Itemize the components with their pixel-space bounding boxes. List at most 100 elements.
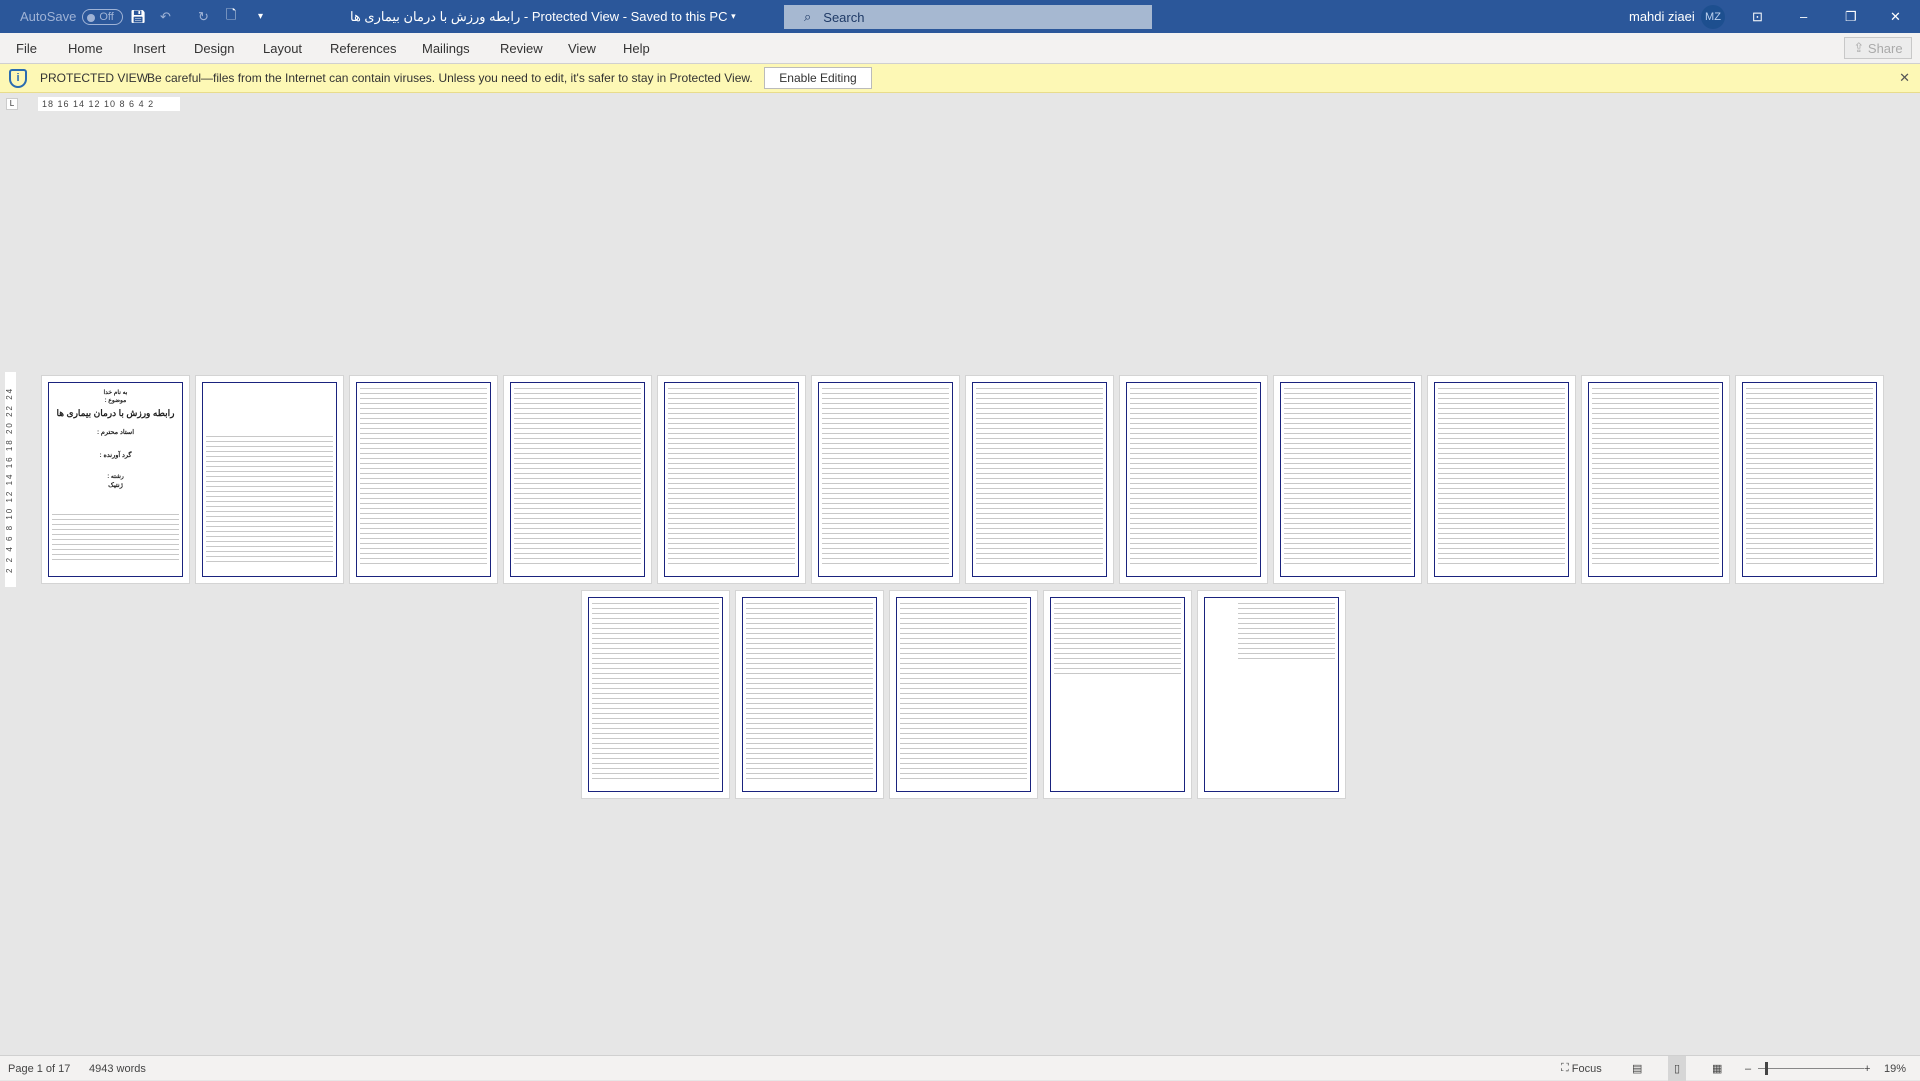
cover-line2: موضوع : <box>104 397 127 404</box>
close-icon[interactable]: ✕ <box>1899 70 1910 86</box>
document-page[interactable] <box>1044 591 1191 798</box>
web-layout-icon[interactable]: ▦ <box>1712 1056 1722 1081</box>
search-input[interactable]: ⌕ Search <box>784 5 1152 29</box>
document-page[interactable] <box>658 376 805 583</box>
tab-review[interactable]: Review <box>500 33 543 64</box>
document-page[interactable] <box>736 591 883 798</box>
ribbon-display-options-icon[interactable]: ⊡ <box>1752 0 1763 33</box>
tab-view[interactable]: View <box>568 33 596 64</box>
undo-icon[interactable]: ↶ <box>160 0 171 33</box>
autosave-toggle[interactable]: AutoSave Off <box>20 0 123 33</box>
document-title: رابطه ورزش با درمان بیماری ها <box>350 8 521 24</box>
minimize-icon[interactable]: – <box>1800 0 1807 33</box>
text-lines <box>1438 388 1565 565</box>
cover-title: رابطه ورزش با درمان بیماری ها <box>56 407 175 418</box>
status-bar: Page 1 of 17 4943 words ⛶ Focus ▤ ▯ ▦ – … <box>0 1055 1920 1081</box>
tab-layout[interactable]: Layout <box>263 33 302 64</box>
window-title: رابطه ورزش با درمان بیماری ها - Protecte… <box>350 8 736 25</box>
share-label: Share <box>1867 40 1903 56</box>
text-lines <box>206 436 333 565</box>
protected-view-bar: i PROTECTED VIEW Be careful—files from t… <box>0 64 1920 93</box>
zoom-out-button[interactable]: – <box>1745 1056 1751 1081</box>
document-page[interactable] <box>1274 376 1421 583</box>
customize-toolbar-icon[interactable]: ▾ <box>258 0 263 33</box>
text-lines <box>360 388 487 565</box>
new-document-icon[interactable]: 🗋 <box>226 0 236 33</box>
zoom-level[interactable]: 19% <box>1884 1056 1906 1081</box>
save-state: Saved to this PC <box>630 9 728 24</box>
document-page[interactable] <box>350 376 497 583</box>
search-placeholder: Search <box>823 9 865 25</box>
tab-mailings[interactable]: Mailings <box>422 33 470 64</box>
text-lines <box>1238 603 1335 663</box>
text-lines <box>1054 603 1181 678</box>
avatar[interactable]: MZ <box>1701 5 1725 29</box>
chevron-down-icon[interactable]: ▾ <box>731 11 736 22</box>
document-page[interactable] <box>582 591 729 798</box>
cover-field-label: رشته : <box>107 474 124 481</box>
document-page[interactable] <box>504 376 651 583</box>
tab-help[interactable]: Help <box>623 33 650 64</box>
read-mode-icon[interactable]: ▤ <box>1632 1056 1642 1081</box>
text-lines <box>668 388 795 565</box>
zoom-slider[interactable] <box>1758 1068 1864 1069</box>
text-lines <box>900 603 1027 780</box>
protected-view-message: Be careful—files from the Internet can c… <box>147 71 753 85</box>
share-icon: ⇪ <box>1853 40 1868 55</box>
focus-label: Focus <box>1571 1062 1602 1075</box>
cover-line1: به نام خدا <box>103 390 128 396</box>
cover-teacher: استاد محترم : <box>96 429 135 437</box>
document-page[interactable] <box>890 591 1037 798</box>
user-name[interactable]: mahdi ziaei <box>1629 0 1695 33</box>
cover-text: به نام خدا موضوع : رابطه ورزش با درمان بیم… <box>50 390 181 504</box>
tab-design[interactable]: Design <box>194 33 234 64</box>
redo-icon[interactable]: ↻ <box>198 0 209 33</box>
print-layout-icon[interactable]: ▯ <box>1668 1056 1687 1081</box>
tab-file[interactable]: File <box>16 33 37 64</box>
word-count[interactable]: 4943 words <box>89 1056 146 1081</box>
zoom-slider-thumb[interactable] <box>1765 1062 1768 1075</box>
cover-field-value: ژنتیک <box>108 481 123 489</box>
restore-icon[interactable]: ❐ <box>1845 0 1857 33</box>
text-lines <box>592 603 719 780</box>
document-page[interactable] <box>1582 376 1729 583</box>
close-icon[interactable]: ✕ <box>1890 0 1901 33</box>
vertical-ruler[interactable]: 2 2 4 6 8 10 12 14 16 18 20 22 24 <box>5 372 16 587</box>
document-page[interactable] <box>1736 376 1883 583</box>
text-lines <box>1592 388 1719 565</box>
share-button[interactable]: ⇪ Share <box>1844 37 1912 59</box>
autosave-state: Off <box>82 8 123 25</box>
document-page[interactable] <box>1428 376 1575 583</box>
enable-editing-button[interactable]: Enable Editing <box>764 67 872 89</box>
view-state: Protected View <box>531 9 620 24</box>
shield-info-icon: i <box>9 69 27 88</box>
text-lines <box>1284 388 1411 565</box>
text-lines <box>514 388 641 565</box>
document-page[interactable] <box>1120 376 1267 583</box>
document-page[interactable] <box>1198 591 1345 798</box>
text-lines <box>1130 388 1257 565</box>
cover-author: گرد آورنده : <box>99 451 132 459</box>
page-info[interactable]: Page 1 of 17 <box>8 1056 70 1081</box>
document-page[interactable] <box>966 376 1113 583</box>
focus-button[interactable]: ⛶ Focus <box>1561 1056 1602 1081</box>
text-lines <box>976 388 1103 565</box>
document-page[interactable] <box>812 376 959 583</box>
save-icon[interactable]: 💾︎ <box>130 0 147 33</box>
document-page[interactable]: به نام خدا موضوع : رابطه ورزش با درمان بیم… <box>42 376 189 583</box>
text-lines <box>1746 388 1873 565</box>
zoom-in-button[interactable]: + <box>1864 1056 1870 1081</box>
horizontal-ruler[interactable]: 18 16 14 12 10 8 6 4 2 <box>38 97 180 111</box>
tab-home[interactable]: Home <box>68 33 103 64</box>
tab-selector[interactable]: L <box>6 98 18 110</box>
tab-insert[interactable]: Insert <box>133 33 166 64</box>
text-lines <box>746 603 873 780</box>
text-lines <box>52 514 179 562</box>
tab-references[interactable]: References <box>330 33 396 64</box>
autosave-label: AutoSave <box>20 9 77 24</box>
ribbon-tabs: File Home Insert Design Layout Reference… <box>0 33 1920 64</box>
protected-view-title: PROTECTED VIEW <box>40 71 149 85</box>
text-lines <box>822 388 949 565</box>
document-page[interactable] <box>196 376 343 583</box>
search-icon: ⌕ <box>804 9 812 24</box>
